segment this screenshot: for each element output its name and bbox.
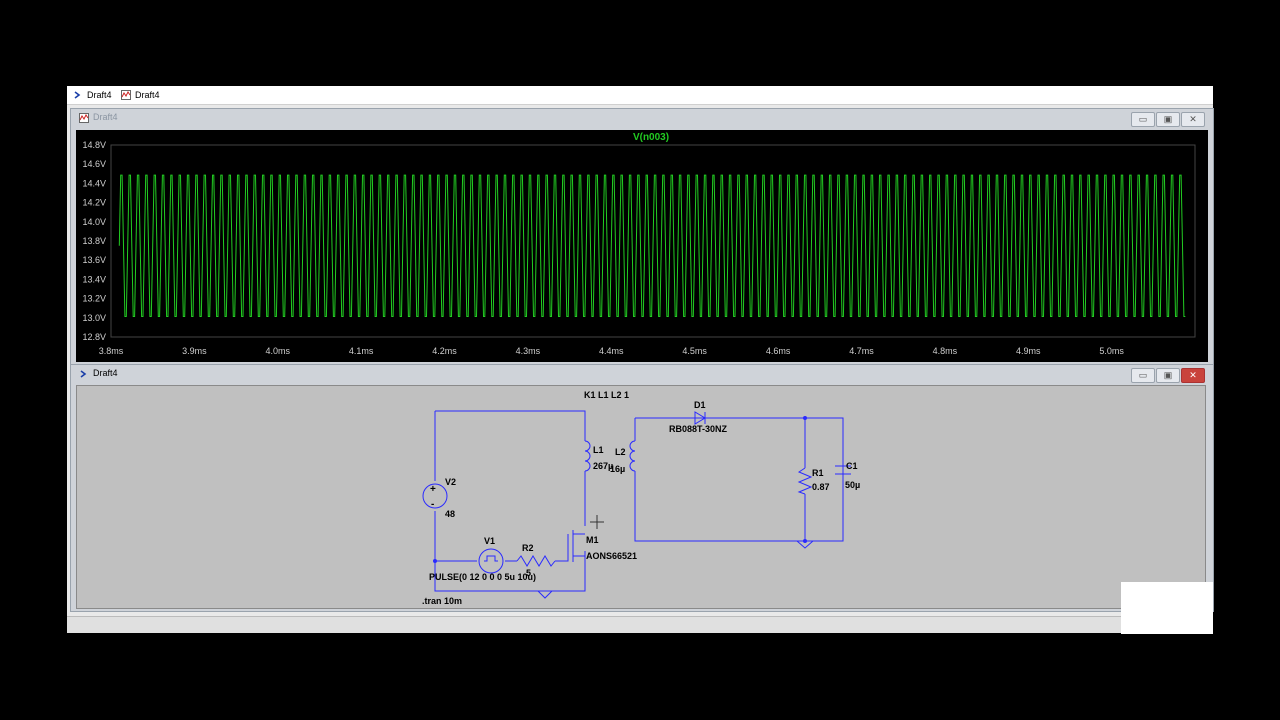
schematic-window-title: Draft4: [93, 368, 118, 378]
d1-model-label[interactable]: RB088T-30NZ: [669, 424, 728, 434]
waveform-plot[interactable]: V(n003) 14.8V 14.6V 14.4V 14.2V 14.0V 13.8V 13…: [76, 130, 1208, 362]
r2-resistor-symbol[interactable]: [516, 555, 556, 567]
close-button[interactable]: ✕: [1181, 112, 1205, 127]
trace-v-n003: [118, 174, 1186, 317]
v2-value-label[interactable]: 48: [445, 509, 455, 519]
cursor-crosshair: [590, 515, 604, 529]
y-tick-label: 12.8V: [82, 332, 106, 342]
v1-label[interactable]: V1: [484, 536, 495, 546]
x-tick-label: 4.2ms: [432, 346, 457, 356]
schematic-icon: [74, 91, 81, 99]
y-tick-label: 13.4V: [82, 274, 106, 284]
close-button[interactable]: ✕: [1181, 368, 1205, 383]
tab-waveform[interactable]: Draft4: [121, 88, 160, 102]
minimize-button[interactable]: ▭: [1131, 112, 1155, 127]
y-tick-label: 13.6V: [82, 255, 106, 265]
ltspice-app: Draft4 Draft4 Draft4 ▭ ▣ ✕ V(n003) 14.8V…: [67, 86, 1214, 633]
waveform-icon: [121, 90, 131, 100]
y-tick-label: 13.8V: [82, 236, 106, 246]
x-tick-label: 4.9ms: [1016, 346, 1041, 356]
schematic-window: Draft4 ▭ ▣ ✕ + - K1 L1 L2 1 D1 RB088T-30…: [70, 364, 1214, 612]
svg-text:-: -: [431, 499, 434, 510]
x-tick-label: 4.7ms: [849, 346, 874, 356]
waveform-window-title: Draft4: [93, 112, 118, 122]
x-tick-label: 4.3ms: [516, 346, 541, 356]
svg-text:+: +: [430, 484, 436, 495]
maximize-button[interactable]: ▣: [1156, 112, 1180, 127]
tab-schematic[interactable]: Draft4: [73, 88, 112, 102]
maximize-button[interactable]: ▣: [1156, 368, 1180, 383]
l2-inductor-symbol[interactable]: [629, 440, 636, 472]
x-tick-label: 3.9ms: [182, 346, 207, 356]
waveform-chart: V(n003) 14.8V 14.6V 14.4V 14.2V 14.0V 13.8V 13…: [82, 132, 1196, 356]
x-tick-label: 4.6ms: [766, 346, 791, 356]
r1-label[interactable]: R1: [812, 468, 824, 478]
y-tick-label: 14.6V: [82, 159, 106, 169]
trace-label[interactable]: V(n003): [633, 132, 669, 143]
y-tick-label: 14.8V: [82, 140, 106, 150]
y-tick-label: 14.4V: [82, 178, 106, 188]
r1-resistor-symbol[interactable]: [797, 467, 813, 495]
x-tick-label: 3.8ms: [99, 346, 124, 356]
status-bar: [67, 616, 1121, 633]
v1-source-symbol[interactable]: [478, 548, 504, 574]
schematic-canvas[interactable]: + - K1 L1 L2 1 D1 RB088T-30NZ L1 267µ L2…: [76, 385, 1206, 609]
r1-value-label[interactable]: 0.87: [812, 482, 830, 492]
m1-model-label[interactable]: AONS66521: [586, 551, 637, 561]
blank-overlay: [1121, 582, 1213, 634]
m1-label[interactable]: M1: [586, 535, 599, 545]
x-tick-label: 4.1ms: [349, 346, 374, 356]
x-tick-label: 4.5ms: [682, 346, 707, 356]
tran-directive[interactable]: .tran 10m: [422, 596, 462, 606]
coupling-directive[interactable]: K1 L1 L2 1: [584, 390, 629, 400]
x-tick-label: 4.0ms: [266, 346, 291, 356]
y-tick-label: 14.0V: [82, 217, 106, 227]
x-tick-label: 4.8ms: [933, 346, 958, 356]
x-tick-label: 5.0ms: [1099, 346, 1124, 356]
d1-label[interactable]: D1: [694, 400, 706, 410]
waveform-icon: [79, 113, 89, 123]
l2-value-label[interactable]: 16µ: [610, 464, 625, 474]
document-tab-bar: Draft4 Draft4: [67, 86, 1213, 105]
waveform-window: Draft4 ▭ ▣ ✕ V(n003) 14.8V 14.6V 14.4V 14.2…: [70, 108, 1214, 366]
c1-label[interactable]: C1: [846, 461, 858, 471]
l1-inductor-symbol[interactable]: [584, 440, 591, 472]
y-tick-label: 13.2V: [82, 294, 106, 304]
x-tick-label: 4.4ms: [599, 346, 624, 356]
minimize-button[interactable]: ▭: [1131, 368, 1155, 383]
schematic-icon: [80, 370, 87, 378]
l1-label[interactable]: L1: [593, 445, 604, 455]
v2-label[interactable]: V2: [445, 477, 456, 487]
waveform-titlebar: Draft4 ▭ ▣ ✕: [71, 109, 1213, 127]
r2-label[interactable]: R2: [522, 543, 534, 553]
circuit-diagram: + - K1 L1 L2 1 D1 RB088T-30NZ L1 267µ L2…: [422, 390, 860, 606]
v1-pulse-label[interactable]: PULSE(0 12 0 0 0 5u 10u): [429, 572, 536, 582]
l2-label[interactable]: L2: [615, 447, 626, 457]
y-tick-label: 13.0V: [82, 313, 106, 323]
schematic-titlebar: Draft4 ▭ ▣ ✕: [71, 365, 1213, 383]
y-tick-label: 14.2V: [82, 198, 106, 208]
c1-value-label[interactable]: 50µ: [845, 480, 860, 490]
wires: [434, 410, 844, 592]
ground-symbol: [536, 590, 554, 599]
